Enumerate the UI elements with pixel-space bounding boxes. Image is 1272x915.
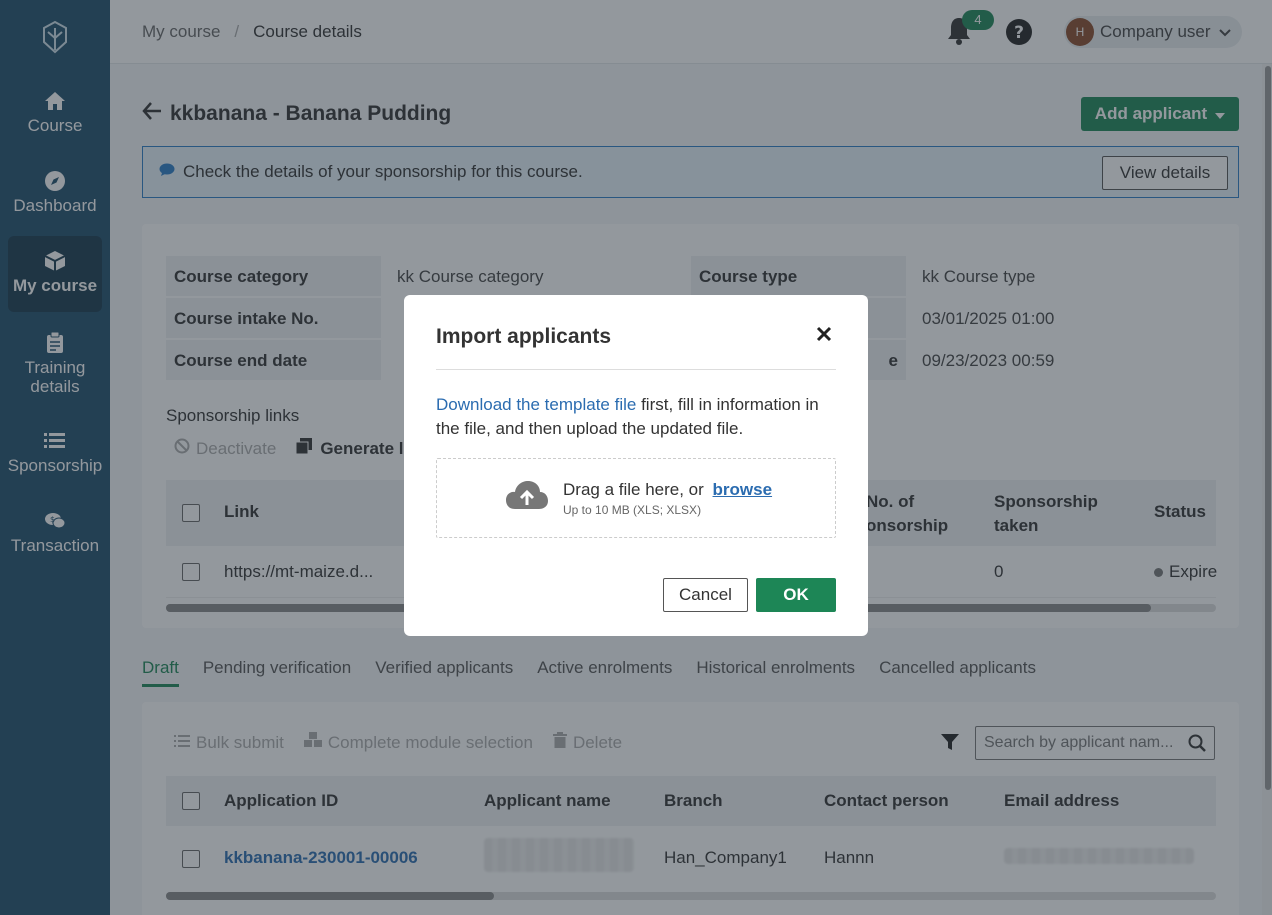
download-template-link[interactable]: Download the template file [436, 395, 636, 414]
drop-text: Drag a file here, or [563, 480, 704, 499]
close-icon[interactable] [816, 326, 836, 346]
dialog-divider [436, 369, 836, 370]
dropzone-text: Drag a file here, or browse [563, 480, 772, 500]
file-dropzone[interactable]: Drag a file here, or browse Up to 10 MB … [436, 458, 836, 538]
browse-link[interactable]: browse [713, 480, 773, 499]
cancel-button[interactable]: Cancel [663, 578, 748, 612]
cloud-upload-icon [505, 479, 549, 516]
ok-button[interactable]: OK [756, 578, 836, 612]
import-applicants-dialog: Import applicants Download the template … [404, 295, 868, 636]
dialog-description: Download the template file first, fill i… [436, 393, 836, 441]
dialog-title: Import applicants [436, 325, 612, 348]
file-size-hint: Up to 10 MB (XLS; XLSX) [563, 503, 702, 517]
